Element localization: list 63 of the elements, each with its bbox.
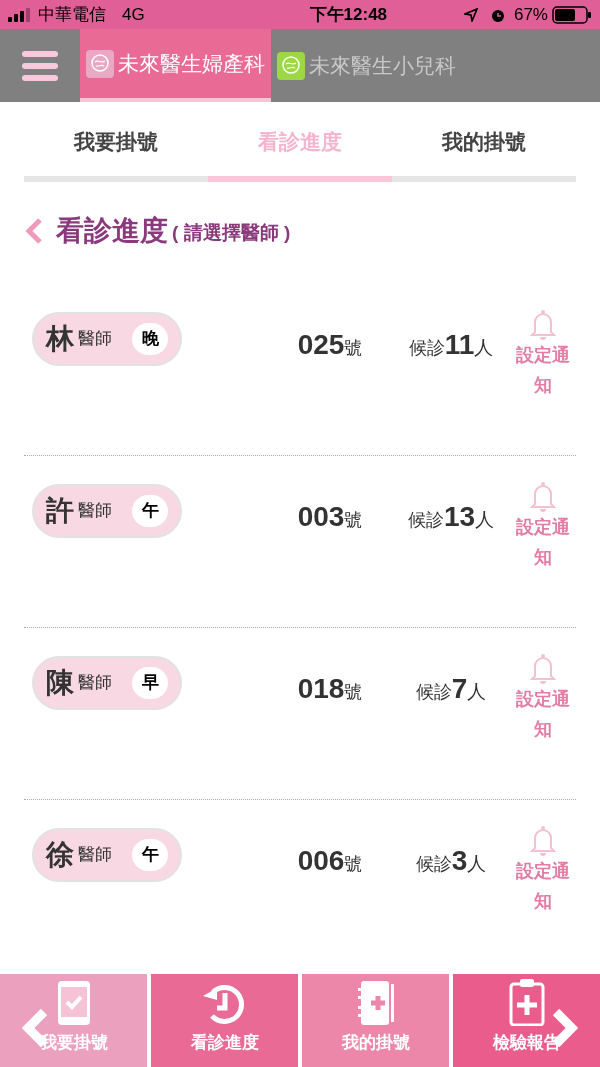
network-text: 4G (122, 3, 145, 26)
session-label: 午 (132, 494, 168, 527)
waiting-label: 候診 (415, 853, 452, 876)
time-text: 下午12:48 (308, 3, 388, 26)
page-title: 看診進度 (56, 213, 168, 248)
doctor-surname: 林 (46, 321, 74, 356)
clinic-tab[interactable]: 未來醫生婦產科 (80, 29, 271, 103)
doctor-pill[interactable]: 林 醫師 晚 (32, 311, 182, 366)
doctor-surname: 許 (46, 493, 74, 528)
phone-check-icon (56, 979, 91, 1026)
doctor-surname: 徐 (46, 837, 74, 872)
clipboard-plus-icon (508, 977, 545, 1026)
waiting-unit: 人 (467, 852, 487, 876)
number-unit: 號 (344, 337, 363, 360)
bell-icon (529, 651, 557, 684)
waiting-count: 11 (444, 327, 475, 362)
notebook-plus-icon (356, 979, 395, 1026)
tab[interactable]: 看診進度 (208, 126, 392, 182)
tab[interactable]: 我要掛號 (24, 126, 208, 182)
notify-button[interactable]: 設定通知 (510, 479, 576, 572)
number-unit: 號 (344, 681, 363, 704)
doctor-title: 醫師 (78, 328, 112, 351)
tab[interactable]: 我的掛號 (392, 126, 576, 182)
doctor-title: 醫師 (78, 672, 112, 695)
doctor-pill[interactable]: 許 醫師 午 (32, 483, 182, 538)
doctor-surname: 陳 (46, 665, 74, 700)
notify-button[interactable]: 設定通知 (510, 307, 576, 400)
number-unit: 號 (344, 853, 363, 876)
doctor-pill[interactable]: 徐 醫師 午 (32, 827, 182, 882)
waiting-unit: 人 (474, 336, 494, 360)
waiting-label: 候診 (407, 508, 444, 532)
session-label: 晚 (132, 322, 168, 355)
queue-number: 006 (297, 843, 345, 878)
notify-button[interactable]: 設定通知 (510, 651, 576, 744)
clinic-tab[interactable]: 未來醫生小兒科 (271, 29, 462, 103)
waiting-count: 7 (451, 671, 468, 706)
bottom-nav-button[interactable]: 我的掛號 (302, 973, 449, 1067)
doctor-title: 醫師 (78, 844, 112, 867)
doctor-pill[interactable]: 陳 醫師 早 (32, 655, 182, 710)
bottom-nav-button[interactable]: 看診進度 (151, 973, 298, 1067)
notify-button[interactable]: 設定通知 (510, 823, 576, 916)
queue-number: 018 (297, 671, 345, 706)
battery-percent: 67% (513, 3, 548, 26)
queue-number: 003 (297, 499, 345, 534)
bell-icon (529, 479, 557, 512)
number-unit: 號 (344, 509, 363, 532)
waiting-count: 13 (443, 499, 476, 534)
waiting-unit: 人 (467, 680, 487, 704)
waiting-count: 3 (451, 843, 468, 878)
page-hint: ( 請選擇醫師 ) (172, 220, 291, 245)
session-label: 午 (132, 838, 168, 871)
waiting-label: 候診 (415, 680, 452, 704)
bell-icon (529, 823, 557, 856)
session-label: 早 (132, 666, 168, 699)
waiting-label: 候診 (408, 336, 445, 360)
queue-number: 025 (297, 327, 345, 362)
bell-icon (529, 307, 557, 340)
waiting-unit: 人 (475, 508, 495, 532)
doctor-title: 醫師 (78, 500, 112, 523)
battery-icon (552, 5, 592, 24)
back-chevron-icon[interactable] (24, 216, 44, 245)
carrier-text: 中華電信 (38, 3, 106, 26)
location-icon (463, 7, 478, 22)
